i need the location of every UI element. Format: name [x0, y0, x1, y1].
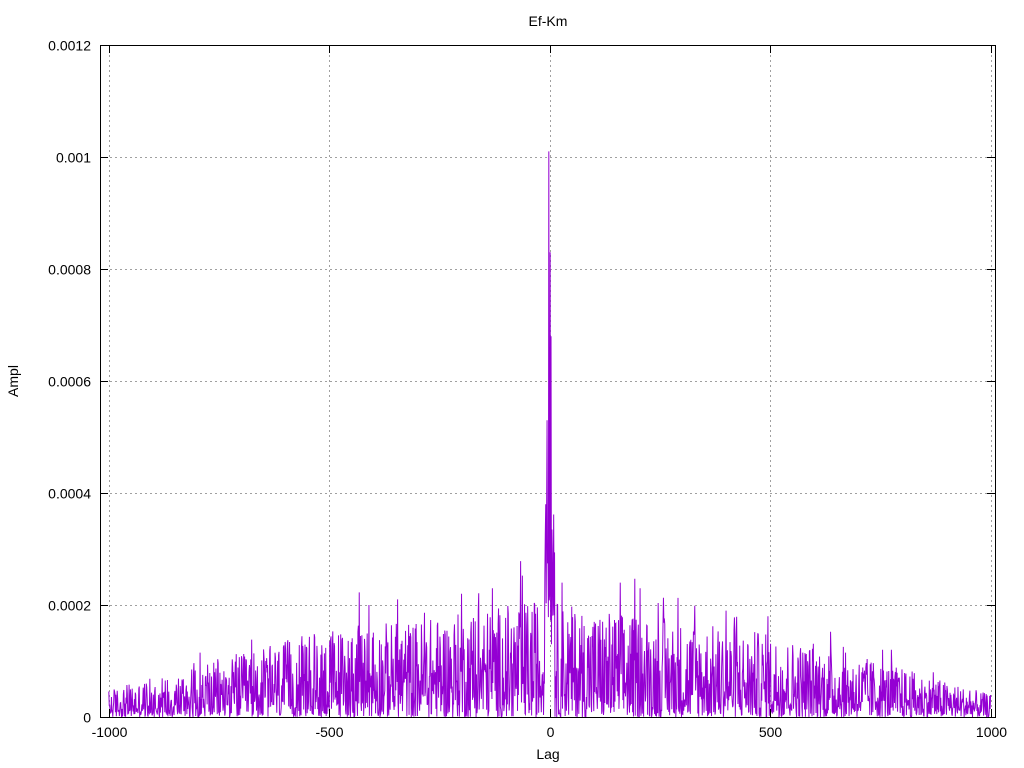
chart-title: Ef-Km — [529, 13, 568, 29]
y-tick-label: 0.0004 — [48, 486, 91, 502]
x-axis-label: Lag — [536, 746, 559, 762]
y-axis-label: Ampl — [5, 365, 21, 397]
x-tick-label: 500 — [759, 724, 783, 740]
x-tick-label: -1000 — [92, 724, 128, 740]
y-tick-label: 0.0008 — [48, 262, 91, 278]
y-tick-label: 0.0012 — [48, 38, 91, 54]
y-tick-label: 0.001 — [56, 150, 91, 166]
series-ampl — [108, 151, 992, 719]
series-line — [108, 151, 992, 719]
chart: -1000 -500 0 500 1000 0 0.0002 0.0004 0.0006 0.00… — [5, 13, 1007, 762]
x-tick-label: 0 — [547, 724, 555, 740]
grid — [100, 45, 995, 717]
y-tick-label: 0.0006 — [48, 374, 91, 390]
y-tick-label: 0.0002 — [48, 598, 91, 614]
y-tick-label: 0 — [83, 710, 91, 726]
x-tick-label: 1000 — [976, 724, 1007, 740]
x-tick-label: -500 — [315, 724, 343, 740]
